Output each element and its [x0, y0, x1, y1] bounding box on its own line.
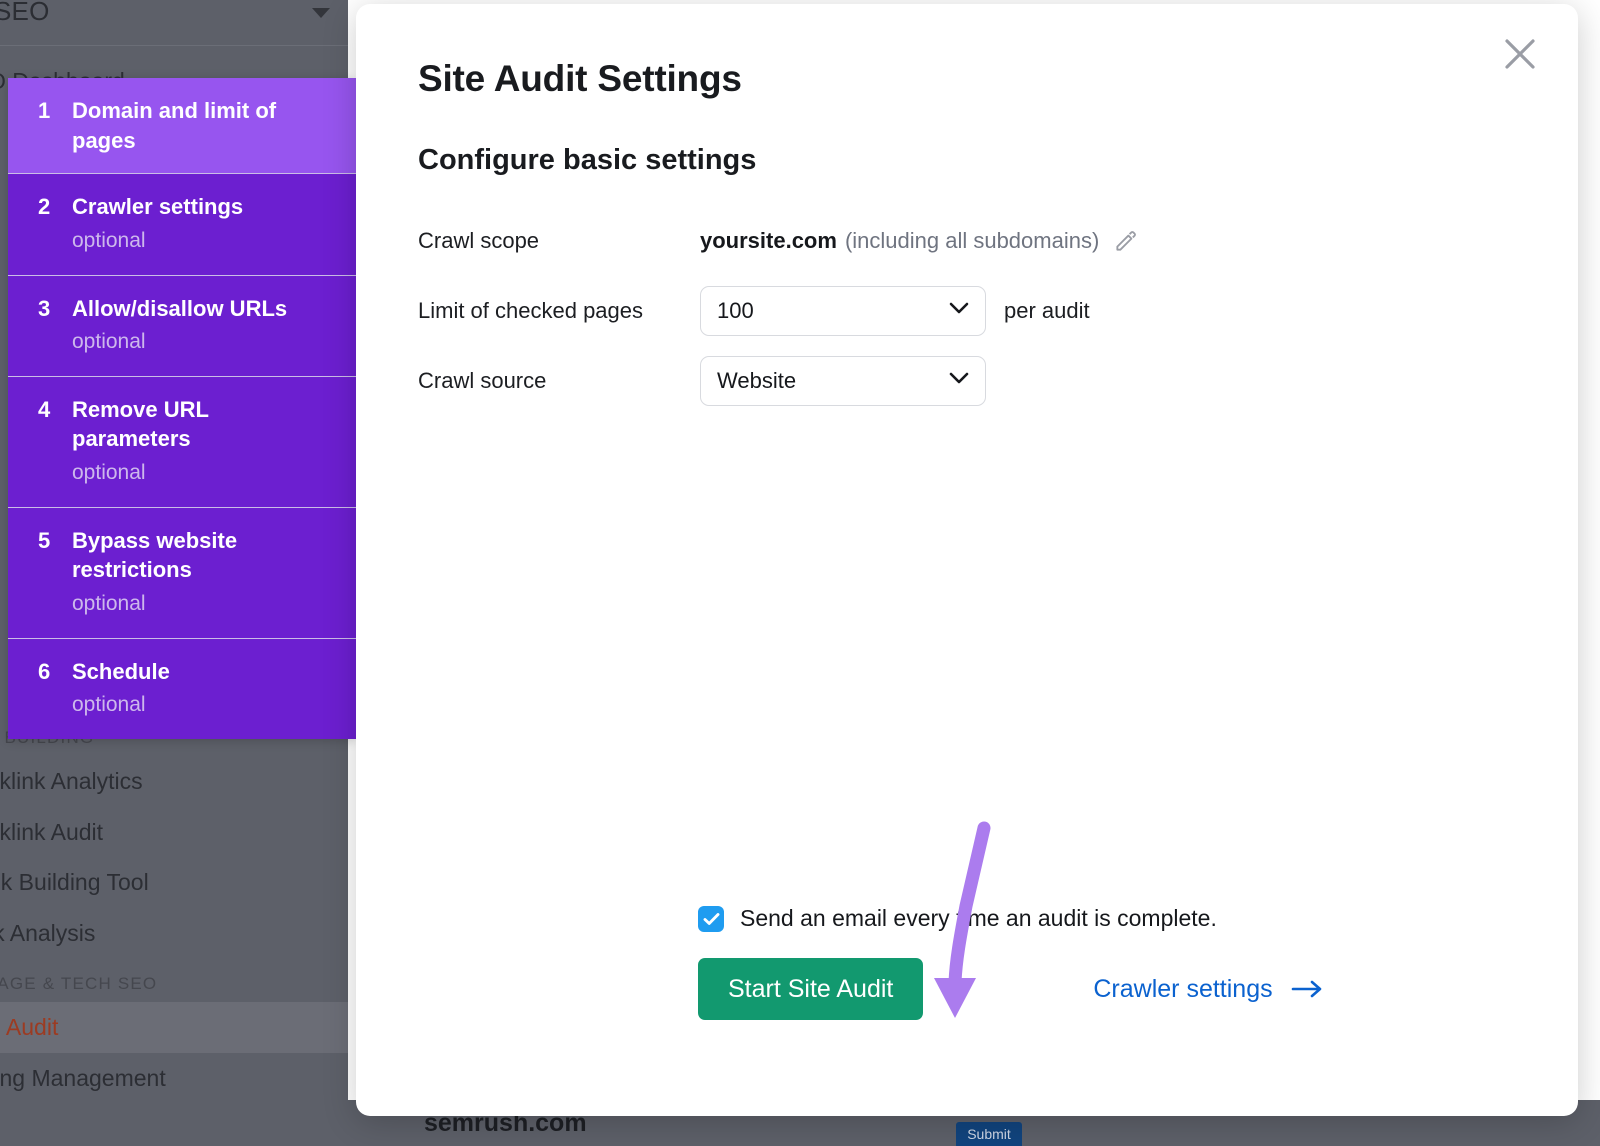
step-optional-label: optional — [72, 461, 146, 485]
step-title: Allow/disallow URLs — [72, 295, 288, 321]
sidebar-item-listing-management[interactable]: ting Management — [0, 1053, 348, 1103]
step-number: 6 — [38, 658, 51, 684]
bottom-bar-submit-button[interactable]: Submit — [956, 1122, 1022, 1146]
step-title: Schedule — [72, 658, 170, 684]
send-email-label: Send an email every time an audit is com… — [740, 905, 1217, 931]
crawl-source-label: Crawl source — [418, 368, 547, 393]
step-optional-label: optional — [72, 229, 146, 253]
per-audit-suffix: per audit — [1004, 298, 1090, 323]
step-rail: 1 Domain and limit of pages 2 Crawler se… — [8, 78, 356, 739]
step-title: Crawler settings — [72, 194, 244, 220]
sidebar-group-on-page-tech-seo: PAGE & TECH SEO — [0, 974, 158, 994]
limit-of-checked-pages-select[interactable]: 100 — [700, 286, 986, 336]
modal-footer: Send an email every time an audit is com… — [356, 905, 1578, 1020]
basic-settings-form: Crawl scope yoursite.com (including all … — [418, 215, 1516, 407]
arrow-right-icon — [1291, 980, 1321, 998]
step-optional-label: optional — [72, 693, 146, 717]
modal-title: Site Audit Settings — [418, 58, 742, 99]
crawl-source-value: Website — [717, 368, 797, 393]
crawl-scope-row: Crawl scope yoursite.com (including all … — [418, 215, 1516, 267]
step-number: 3 — [38, 295, 51, 321]
check-icon — [703, 912, 719, 925]
step-number: 2 — [38, 194, 51, 220]
step-item-1[interactable]: 1 Domain and limit of pages — [8, 78, 356, 175]
modal-actions: Start Site Audit Crawler settings — [698, 958, 1516, 1020]
crawler-settings-link[interactable]: Crawler settings — [1093, 975, 1324, 1004]
step-item-3[interactable]: 3 Allow/disallow URLs optional — [8, 276, 356, 377]
step-number: 1 — [38, 98, 51, 123]
crawl-scope-note: (including all subdomains) — [844, 228, 1100, 253]
sidebar-section-header[interactable]: SEO — [0, 0, 348, 46]
step-optional-label: optional — [72, 330, 146, 354]
pencil-icon — [1116, 231, 1137, 251]
crawl-source-select[interactable]: Website — [700, 356, 986, 406]
step-item-2[interactable]: 2 Crawler settings optional — [8, 174, 356, 276]
sidebar-item-bulk-analysis[interactable]: lk Analysis — [0, 908, 348, 958]
step-item-5[interactable]: 5 Bypass website restrictions optional — [8, 508, 356, 639]
crawler-settings-link-label: Crawler settings — [1093, 974, 1273, 1003]
step-title: Bypass website restrictions — [72, 527, 238, 583]
edit-crawl-scope-button[interactable] — [1113, 228, 1139, 254]
crawl-scope-value: yoursite.com — [700, 228, 837, 253]
sidebar-section-title: SEO — [0, 0, 50, 26]
step-number: 5 — [38, 527, 51, 553]
modal-subtitle: Configure basic settings — [418, 144, 757, 176]
send-email-checkbox[interactable] — [698, 905, 724, 932]
start-site-audit-button[interactable]: Start Site Audit — [698, 958, 924, 1020]
screenshot-root: SEO O Dashboard K BUILDING cklink Analyt… — [0, 0, 1600, 1146]
step-item-4[interactable]: 4 Remove URL parameters optional — [8, 377, 356, 508]
site-audit-settings-modal: Site Audit Settings Configure basic sett… — [356, 4, 1578, 1116]
step-item-6[interactable]: 6 Schedule optional — [8, 639, 356, 739]
chevron-down-icon — [949, 372, 969, 390]
close-icon — [1505, 39, 1535, 69]
sidebar-item-link-building-tool[interactable]: nk Building Tool — [0, 857, 348, 907]
limit-of-checked-pages-value: 100 — [717, 298, 754, 323]
email-notification-row: Send an email every time an audit is com… — [698, 905, 1516, 932]
step-optional-label: optional — [72, 592, 146, 615]
chevron-down-icon — [949, 302, 969, 320]
step-title: Domain and limit of pages — [72, 98, 277, 153]
sidebar-item-backlink-analytics[interactable]: cklink Analytics — [0, 756, 348, 806]
step-number: 4 — [38, 396, 51, 422]
crawl-scope-label: Crawl scope — [418, 228, 540, 253]
crawl-source-row: Crawl source Website — [418, 355, 1516, 407]
step-title: Remove URL parameters — [72, 396, 209, 452]
chevron-down-icon — [312, 7, 330, 18]
sidebar-item-site-audit[interactable]: e Audit — [0, 1002, 348, 1053]
limit-of-checked-pages-row: Limit of checked pages 100 per audit — [418, 285, 1516, 337]
limit-of-checked-pages-label: Limit of checked pages — [418, 298, 644, 323]
close-button[interactable] — [1498, 32, 1542, 76]
sidebar-item-backlink-audit[interactable]: cklink Audit — [0, 807, 348, 857]
